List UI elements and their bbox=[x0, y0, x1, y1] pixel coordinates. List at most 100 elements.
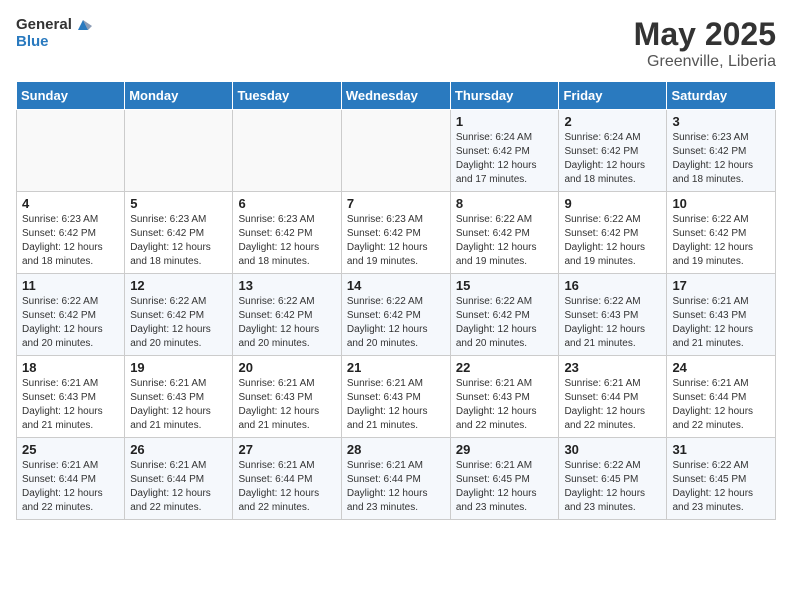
calendar-day-cell: 12 Sunrise: 6:22 AM Sunset: 6:42 PM Dayli… bbox=[125, 274, 233, 356]
day-number: 26 bbox=[130, 442, 227, 457]
calendar-day-cell: 20 Sunrise: 6:21 AM Sunset: 6:43 PM Dayli… bbox=[233, 356, 341, 438]
calendar-day-cell: 5 Sunrise: 6:23 AM Sunset: 6:42 PM Daylig… bbox=[125, 192, 233, 274]
calendar-day-cell: 16 Sunrise: 6:22 AM Sunset: 6:43 PM Dayli… bbox=[559, 274, 667, 356]
calendar-day-cell: 30Sunrise: 6:22 AM Sunset: 6:45 PM Dayli… bbox=[559, 438, 667, 520]
day-number: 5 bbox=[130, 196, 227, 211]
location-subtitle: Greenville, Liberia bbox=[634, 53, 776, 71]
weekday-header-cell: Monday bbox=[125, 82, 233, 110]
day-number: 21 bbox=[347, 360, 445, 375]
day-info: Sunrise: 6:24 AM Sunset: 6:42 PM Dayligh… bbox=[456, 131, 554, 187]
day-info: Sunrise: 6:22 AM Sunset: 6:42 PM Dayligh… bbox=[456, 213, 554, 269]
calendar-day-cell: 23Sunrise: 6:21 AM Sunset: 6:44 PM Dayli… bbox=[559, 356, 667, 438]
weekday-header-cell: Wednesday bbox=[341, 82, 450, 110]
day-info: Sunrise: 6:21 AM Sunset: 6:43 PM Dayligh… bbox=[22, 377, 119, 433]
calendar-day-cell bbox=[233, 110, 341, 192]
day-number: 18 bbox=[22, 360, 119, 375]
calendar-day-cell: 28 Sunrise: 6:21 AM Sunset: 6:44 PM Dayli… bbox=[341, 438, 450, 520]
day-number: 12 bbox=[130, 278, 227, 293]
calendar-day-cell: 29 Sunrise: 6:21 AM Sunset: 6:45 PM Dayli… bbox=[450, 438, 559, 520]
calendar-week-row: 4 Sunrise: 6:23 AM Sunset: 6:42 PM Daylig… bbox=[17, 192, 776, 274]
day-number: 16 bbox=[564, 278, 661, 293]
day-number: 31 bbox=[672, 442, 770, 457]
calendar-day-cell bbox=[125, 110, 233, 192]
day-info: Sunrise: 6:23 AM Sunset: 6:42 PM Dayligh… bbox=[672, 131, 770, 187]
day-info: Sunrise: 6:22 AM Sunset: 6:42 PM Dayligh… bbox=[238, 295, 335, 351]
weekday-header-cell: Tuesday bbox=[233, 82, 341, 110]
day-info: Sunrise: 6:22 AM Sunset: 6:42 PM Dayligh… bbox=[456, 295, 554, 351]
calendar-week-row: 18 Sunrise: 6:21 AM Sunset: 6:43 PM Dayli… bbox=[17, 356, 776, 438]
day-info: Sunrise: 6:21 AM Sunset: 6:43 PM Dayligh… bbox=[238, 377, 335, 433]
day-info: Sunrise: 6:21 AM Sunset: 6:43 PM Dayligh… bbox=[130, 377, 227, 433]
logo-blue: Blue bbox=[16, 34, 92, 51]
day-number: 28 bbox=[347, 442, 445, 457]
calendar-day-cell: 15 Sunrise: 6:22 AM Sunset: 6:42 PM Dayli… bbox=[450, 274, 559, 356]
logo: General Blue bbox=[16, 16, 92, 51]
day-info: Sunrise: 6:23 AM Sunset: 6:42 PM Dayligh… bbox=[347, 213, 445, 269]
day-number: 19 bbox=[130, 360, 227, 375]
day-info: Sunrise: 6:21 AM Sunset: 6:43 PM Dayligh… bbox=[672, 295, 770, 351]
calendar-day-cell: 31 Sunrise: 6:22 AM Sunset: 6:45 PM Dayli… bbox=[667, 438, 776, 520]
calendar-day-cell: 14Sunrise: 6:22 AM Sunset: 6:42 PM Dayli… bbox=[341, 274, 450, 356]
day-number: 2 bbox=[564, 114, 661, 129]
day-info: Sunrise: 6:21 AM Sunset: 6:44 PM Dayligh… bbox=[347, 459, 445, 515]
weekday-header-cell: Thursday bbox=[450, 82, 559, 110]
calendar-day-cell: 18 Sunrise: 6:21 AM Sunset: 6:43 PM Dayli… bbox=[17, 356, 125, 438]
calendar-day-cell: 21 Sunrise: 6:21 AM Sunset: 6:43 PM Dayli… bbox=[341, 356, 450, 438]
calendar-day-cell: 27 Sunrise: 6:21 AM Sunset: 6:44 PM Dayli… bbox=[233, 438, 341, 520]
day-number: 29 bbox=[456, 442, 554, 457]
logo-triangle-icon bbox=[74, 16, 92, 34]
day-number: 27 bbox=[238, 442, 335, 457]
day-number: 10 bbox=[672, 196, 770, 211]
title-block: May 2025 Greenville, Liberia bbox=[634, 16, 776, 71]
day-info: Sunrise: 6:21 AM Sunset: 6:44 PM Dayligh… bbox=[22, 459, 119, 515]
calendar-day-cell: 8 Sunrise: 6:22 AM Sunset: 6:42 PM Daylig… bbox=[450, 192, 559, 274]
day-number: 1 bbox=[456, 114, 554, 129]
calendar-table: SundayMondayTuesdayWednesdayThursdayFrid… bbox=[16, 81, 776, 520]
calendar-body: 1 Sunrise: 6:24 AM Sunset: 6:42 PM Daylig… bbox=[17, 110, 776, 520]
weekday-header-cell: Friday bbox=[559, 82, 667, 110]
day-number: 6 bbox=[238, 196, 335, 211]
day-info: Sunrise: 6:21 AM Sunset: 6:45 PM Dayligh… bbox=[456, 459, 554, 515]
calendar-week-row: 25 Sunrise: 6:21 AM Sunset: 6:44 PM Dayli… bbox=[17, 438, 776, 520]
calendar-day-cell: 3Sunrise: 6:23 AM Sunset: 6:42 PM Daylig… bbox=[667, 110, 776, 192]
calendar-week-row: 1 Sunrise: 6:24 AM Sunset: 6:42 PM Daylig… bbox=[17, 110, 776, 192]
calendar-day-cell: 13 Sunrise: 6:22 AM Sunset: 6:42 PM Dayli… bbox=[233, 274, 341, 356]
day-number: 30 bbox=[564, 442, 661, 457]
calendar-day-cell: 4 Sunrise: 6:23 AM Sunset: 6:42 PM Daylig… bbox=[17, 192, 125, 274]
calendar-day-cell: 11Sunrise: 6:22 AM Sunset: 6:42 PM Dayli… bbox=[17, 274, 125, 356]
day-number: 25 bbox=[22, 442, 119, 457]
day-info: Sunrise: 6:21 AM Sunset: 6:44 PM Dayligh… bbox=[130, 459, 227, 515]
page-header: General Blue May 2025 Greenville, Liberi… bbox=[16, 16, 776, 71]
logo-general: General bbox=[16, 17, 72, 34]
calendar-day-cell: 10Sunrise: 6:22 AM Sunset: 6:42 PM Dayli… bbox=[667, 192, 776, 274]
day-number: 20 bbox=[238, 360, 335, 375]
calendar-day-cell bbox=[17, 110, 125, 192]
day-info: Sunrise: 6:22 AM Sunset: 6:42 PM Dayligh… bbox=[22, 295, 119, 351]
day-info: Sunrise: 6:21 AM Sunset: 6:44 PM Dayligh… bbox=[564, 377, 661, 433]
weekday-header-cell: Sunday bbox=[17, 82, 125, 110]
day-number: 4 bbox=[22, 196, 119, 211]
day-number: 15 bbox=[456, 278, 554, 293]
calendar-day-cell: 1 Sunrise: 6:24 AM Sunset: 6:42 PM Daylig… bbox=[450, 110, 559, 192]
day-number: 8 bbox=[456, 196, 554, 211]
calendar-day-cell: 7Sunrise: 6:23 AM Sunset: 6:42 PM Daylig… bbox=[341, 192, 450, 274]
day-info: Sunrise: 6:23 AM Sunset: 6:42 PM Dayligh… bbox=[22, 213, 119, 269]
day-info: Sunrise: 6:22 AM Sunset: 6:45 PM Dayligh… bbox=[672, 459, 770, 515]
day-info: Sunrise: 6:24 AM Sunset: 6:42 PM Dayligh… bbox=[564, 131, 661, 187]
day-info: Sunrise: 6:23 AM Sunset: 6:42 PM Dayligh… bbox=[238, 213, 335, 269]
day-info: Sunrise: 6:21 AM Sunset: 6:44 PM Dayligh… bbox=[672, 377, 770, 433]
calendar-day-cell: 26 Sunrise: 6:21 AM Sunset: 6:44 PM Dayli… bbox=[125, 438, 233, 520]
day-info: Sunrise: 6:21 AM Sunset: 6:44 PM Dayligh… bbox=[238, 459, 335, 515]
day-number: 24 bbox=[672, 360, 770, 375]
day-info: Sunrise: 6:22 AM Sunset: 6:42 PM Dayligh… bbox=[130, 295, 227, 351]
day-info: Sunrise: 6:23 AM Sunset: 6:42 PM Dayligh… bbox=[130, 213, 227, 269]
day-number: 9 bbox=[564, 196, 661, 211]
day-info: Sunrise: 6:21 AM Sunset: 6:43 PM Dayligh… bbox=[347, 377, 445, 433]
calendar-day-cell bbox=[341, 110, 450, 192]
day-info: Sunrise: 6:21 AM Sunset: 6:43 PM Dayligh… bbox=[456, 377, 554, 433]
day-number: 13 bbox=[238, 278, 335, 293]
day-info: Sunrise: 6:22 AM Sunset: 6:43 PM Dayligh… bbox=[564, 295, 661, 351]
calendar-day-cell: 19 Sunrise: 6:21 AM Sunset: 6:43 PM Dayli… bbox=[125, 356, 233, 438]
calendar-week-row: 11Sunrise: 6:22 AM Sunset: 6:42 PM Dayli… bbox=[17, 274, 776, 356]
weekday-header-row: SundayMondayTuesdayWednesdayThursdayFrid… bbox=[17, 82, 776, 110]
